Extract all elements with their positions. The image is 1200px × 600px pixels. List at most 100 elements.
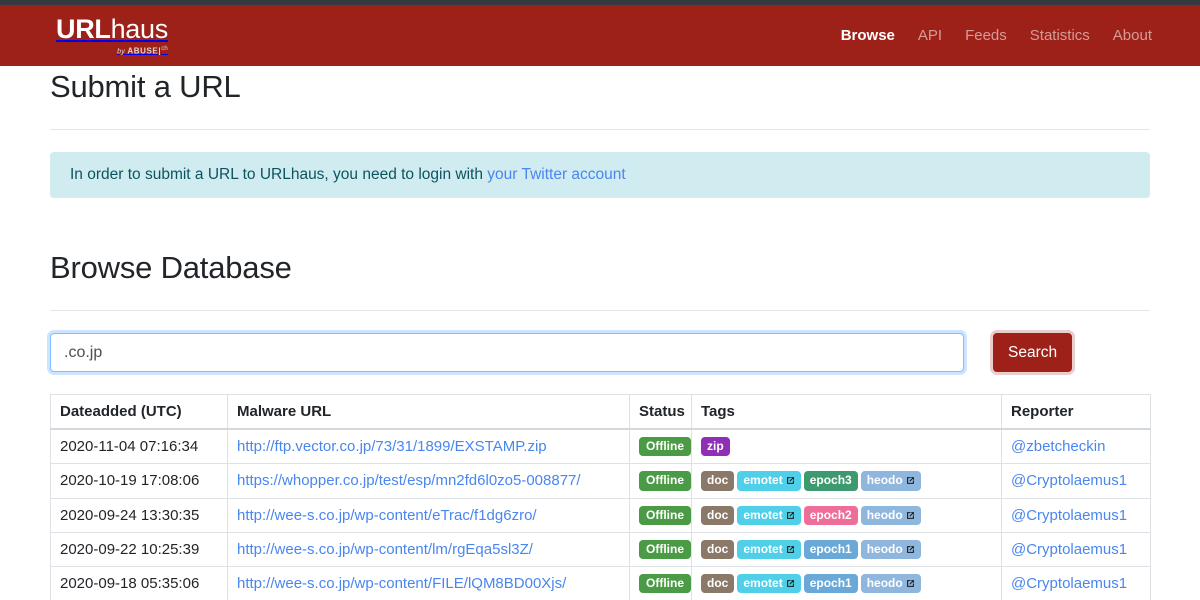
reporter-link[interactable]: @Cryptolaemus1 bbox=[1011, 575, 1127, 592]
table-row: 2020-09-22 10:25:39 http://wee-s.co.jp/wp… bbox=[50, 531, 1151, 567]
tag-badge-emotet[interactable]: emotet bbox=[737, 539, 801, 559]
table-row: 2020-09-18 05:35:06 http://wee-s.co.jp/wp… bbox=[50, 565, 1151, 600]
main-navigation: Browse API Feeds Statistics About bbox=[841, 27, 1152, 44]
page-content: Submit a URL In order to submit a URL to… bbox=[50, 66, 1151, 600]
search-button[interactable]: Search bbox=[993, 333, 1073, 373]
cell-dateadded: 2020-11-04 07:16:34 bbox=[50, 428, 228, 465]
brand-wordmark: URLhaus bbox=[56, 13, 169, 44]
twitter-login-link[interactable]: your Twitter account bbox=[487, 166, 625, 183]
malware-url-link[interactable]: http://wee-s.co.jp/wp-content/lm/rgEqa5s… bbox=[237, 541, 533, 558]
status-badge: Offline bbox=[639, 573, 691, 594]
search-input[interactable] bbox=[50, 333, 964, 373]
alert-message-text: In order to submit a URL to URLhaus, you… bbox=[70, 166, 488, 184]
nav-item-api[interactable]: API bbox=[918, 27, 942, 44]
cell-malware-url: https://whopper.co.jp/test/esp/mn2fd6l0z… bbox=[227, 463, 630, 499]
browse-database-title: Browse Database bbox=[50, 250, 292, 286]
cell-tags: zip bbox=[691, 428, 1002, 465]
cell-status: Offline bbox=[629, 428, 692, 465]
external-link-icon bbox=[906, 545, 915, 554]
tag-label: heodo bbox=[866, 473, 903, 488]
tag-badge-epoch2[interactable]: epoch2 bbox=[803, 505, 858, 525]
tag-badge-heodo[interactable]: heodo bbox=[860, 573, 921, 594]
nav-item-feeds[interactable]: Feeds bbox=[965, 27, 1007, 44]
brand-tagline-by: by bbox=[117, 48, 125, 56]
tag-badge-heodo[interactable]: heodo bbox=[860, 539, 921, 559]
external-link-icon bbox=[786, 476, 795, 485]
cell-dateadded: 2020-09-22 10:25:39 bbox=[50, 531, 228, 567]
malware-url-link[interactable]: http://wee-s.co.jp/wp-content/eTrac/f1dg… bbox=[237, 507, 537, 524]
cell-reporter: @Cryptolaemus1 bbox=[1001, 565, 1151, 600]
cell-malware-url: http://wee-s.co.jp/wp-content/eTrac/f1dg… bbox=[227, 497, 630, 533]
cell-reporter: @Cryptolaemus1 bbox=[1001, 463, 1151, 499]
cell-status: Offline bbox=[629, 463, 692, 499]
tag-badge-doc[interactable]: doc bbox=[701, 539, 735, 559]
divider-browse bbox=[50, 310, 1150, 312]
malware-url-link[interactable]: http://wee-s.co.jp/wp-content/FILE/lQM8B… bbox=[237, 575, 566, 592]
reporter-link[interactable]: @Cryptolaemus1 bbox=[1011, 541, 1127, 558]
nav-item-browse[interactable]: Browse bbox=[841, 27, 895, 44]
tag-label: heodo bbox=[866, 507, 903, 522]
login-required-alert: In order to submit a URL to URLhaus, you… bbox=[50, 152, 1150, 199]
cell-tags: doc emotet epoch1 heodo bbox=[691, 565, 1002, 600]
tag-badge-emotet[interactable]: emotet bbox=[737, 471, 801, 491]
tag-label: epoch3 bbox=[809, 473, 852, 488]
nav-item-about[interactable]: About bbox=[1113, 27, 1152, 44]
divider-submit bbox=[50, 129, 1150, 131]
tag-badge-zip[interactable]: zip bbox=[701, 437, 730, 457]
cell-malware-url: http://wee-s.co.jp/wp-content/lm/rgEqa5s… bbox=[227, 531, 630, 567]
tag-badge-emotet[interactable]: emotet bbox=[737, 573, 801, 594]
column-header-dateadded: Dateadded (UTC) bbox=[50, 394, 228, 431]
tag-badge-epoch3[interactable]: epoch3 bbox=[803, 471, 858, 491]
tag-label: emotet bbox=[743, 575, 783, 590]
external-link-icon bbox=[906, 511, 915, 520]
cell-tags: doc emotet epoch2 heodo bbox=[691, 497, 1002, 533]
tag-label: doc bbox=[707, 473, 729, 488]
column-header-status: Status bbox=[629, 394, 692, 431]
reporter-link[interactable]: @zbetcheckin bbox=[1011, 438, 1105, 455]
malware-url-link[interactable]: https://whopper.co.jp/test/esp/mn2fd6l0z… bbox=[237, 472, 581, 489]
nav-item-statistics[interactable]: Statistics bbox=[1030, 27, 1090, 44]
table-row: 2020-09-24 13:30:35 http://wee-s.co.jp/wp… bbox=[50, 497, 1151, 533]
tag-badge-heodo[interactable]: heodo bbox=[860, 505, 921, 525]
tag-badge-doc[interactable]: doc bbox=[701, 505, 735, 525]
column-header-reporter: Reporter bbox=[1001, 394, 1151, 431]
column-header-malware-url: Malware URL bbox=[227, 394, 630, 431]
brand-name-bold: URL bbox=[56, 13, 111, 44]
malware-url-link[interactable]: http://ftp.vector.co.jp/73/31/1899/EXSTA… bbox=[237, 438, 547, 455]
external-link-icon bbox=[906, 476, 915, 485]
tag-label: emotet bbox=[743, 473, 783, 488]
tag-label: doc bbox=[707, 507, 729, 522]
table-header: Dateadded (UTC) Malware URL Status Tags … bbox=[50, 394, 1151, 431]
external-link-icon bbox=[786, 511, 795, 520]
cell-dateadded: 2020-10-19 17:08:06 bbox=[50, 463, 228, 499]
cell-tags: doc emotet epoch3 heodo bbox=[691, 463, 1002, 499]
cell-status: Offline bbox=[629, 565, 692, 600]
cell-dateadded: 2020-09-24 13:30:35 bbox=[50, 497, 228, 533]
cell-reporter: @zbetcheckin bbox=[1001, 428, 1151, 465]
table-row: 2020-11-04 07:16:34 http://ftp.vector.co.… bbox=[50, 428, 1151, 465]
tag-label: heodo bbox=[866, 575, 903, 590]
table-header-row: Dateadded (UTC) Malware URL Status Tags … bbox=[50, 394, 1151, 431]
cell-reporter: @Cryptolaemus1 bbox=[1001, 497, 1151, 533]
tag-label: emotet bbox=[743, 507, 783, 522]
tag-label: heodo bbox=[866, 541, 903, 556]
tag-badge-doc[interactable]: doc bbox=[701, 573, 735, 594]
tag-badge-heodo[interactable]: heodo bbox=[860, 471, 921, 491]
tag-badge-doc[interactable]: doc bbox=[701, 471, 735, 491]
brand-name-light: haus bbox=[110, 13, 169, 44]
submit-url-title: Submit a URL bbox=[50, 69, 241, 104]
tag-badge-epoch1[interactable]: epoch1 bbox=[803, 539, 858, 559]
status-badge: Offline bbox=[639, 437, 691, 457]
external-link-icon bbox=[786, 545, 795, 554]
status-badge: Offline bbox=[639, 539, 691, 559]
reporter-link[interactable]: @Cryptolaemus1 bbox=[1011, 472, 1127, 489]
tag-label: emotet bbox=[743, 541, 783, 556]
search-form: Search bbox=[50, 333, 1150, 373]
status-badge: Offline bbox=[639, 471, 691, 491]
brand-tagline-ch: ch bbox=[161, 45, 168, 52]
site-header: URLhaus by ABUSE|ch Browse API Feeds Sta… bbox=[0, 5, 1200, 66]
tag-badge-epoch1[interactable]: epoch1 bbox=[803, 573, 858, 594]
tag-badge-emotet[interactable]: emotet bbox=[737, 505, 801, 525]
brand-logo[interactable]: URLhaus by ABUSE|ch bbox=[56, 13, 169, 56]
reporter-link[interactable]: @Cryptolaemus1 bbox=[1011, 507, 1127, 524]
